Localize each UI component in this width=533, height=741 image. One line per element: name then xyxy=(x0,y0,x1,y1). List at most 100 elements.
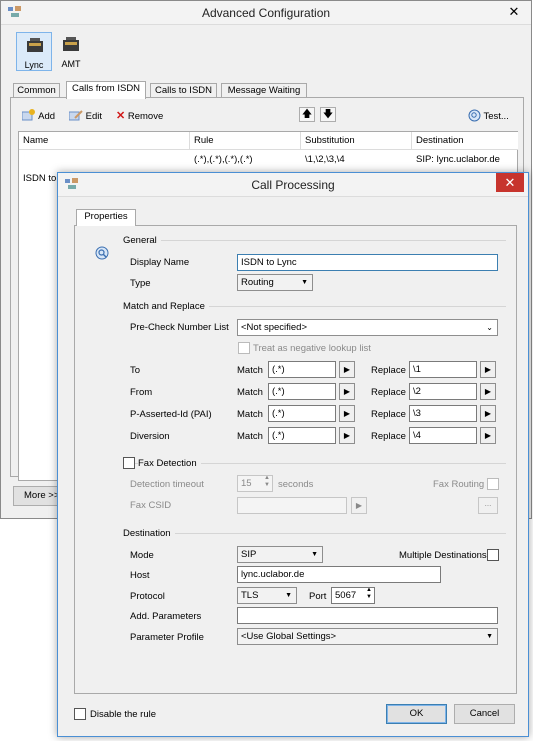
type-select[interactable]: Routing ▼ xyxy=(237,274,313,291)
precheck-value: <Not specified> xyxy=(241,322,308,333)
display-name-input[interactable]: ISDN to Lync xyxy=(237,254,498,271)
fax-routing-label: Fax Routing xyxy=(433,479,485,490)
diversion-label: Diversion xyxy=(130,431,170,442)
add-label: Add xyxy=(38,111,56,122)
match-label: Match xyxy=(237,365,263,376)
from-replace-input[interactable]: \2 xyxy=(409,383,477,400)
protocol-label: Protocol xyxy=(130,591,165,602)
diversion-replace-picker-button[interactable]: ▶ xyxy=(480,427,496,444)
device-label: Lync xyxy=(24,60,44,70)
parameter-profile-select[interactable]: <Use Global Settings> ▼ xyxy=(237,628,498,645)
close-button[interactable]: ✕ xyxy=(501,3,527,20)
mode-label: Mode xyxy=(130,550,154,561)
tab-calls-from-isdn[interactable]: Calls from ISDN xyxy=(66,81,146,99)
to-replace-picker-button[interactable]: ▶ xyxy=(480,361,496,378)
pai-match-input[interactable]: (.*) xyxy=(268,405,336,422)
mode-select[interactable]: SIP ▼ xyxy=(237,546,323,563)
match-label: Match xyxy=(237,409,263,420)
to-match-input[interactable]: (.*) xyxy=(268,361,336,378)
add-button[interactable]: Add xyxy=(21,109,56,122)
chevron-down-icon: ⌄ xyxy=(486,323,493,332)
cancel-button[interactable]: Cancel xyxy=(454,704,515,724)
add-parameters-label: Add. Parameters xyxy=(130,611,202,622)
more-button[interactable]: More >> xyxy=(13,486,63,506)
profile-value: <Use Global Settings> xyxy=(241,631,337,642)
from-label: From xyxy=(130,387,153,398)
play-icon: ▶ xyxy=(484,387,492,396)
browse-label: ... xyxy=(484,499,492,508)
search-icon xyxy=(95,246,109,260)
to-replace-input[interactable]: \1 xyxy=(409,361,477,378)
to-match-picker-button[interactable]: ▶ xyxy=(339,361,355,378)
fax-csid-input[interactable] xyxy=(237,497,347,514)
port-input[interactable]: 5067 ▲ ▼ xyxy=(331,587,375,604)
host-label: Host xyxy=(130,570,150,581)
tab-calls-to-isdn[interactable]: Calls to ISDN xyxy=(150,83,217,98)
play-icon: ▶ xyxy=(484,431,492,440)
device-lync[interactable]: Lync xyxy=(16,32,52,71)
close-icon: ✕ xyxy=(508,4,520,19)
fax-detection-heading: Fax Detection xyxy=(138,458,201,469)
play-icon: ▶ xyxy=(343,365,351,374)
divider xyxy=(124,240,506,241)
protocol-value: TLS xyxy=(241,590,259,601)
column-header-substitution[interactable]: Substitution xyxy=(301,132,412,150)
device-amt[interactable]: AMT xyxy=(56,32,86,71)
dropdown-arrow-icon: ▼ xyxy=(311,551,318,558)
from-match-picker-button[interactable]: ▶ xyxy=(339,383,355,400)
play-icon: ▶ xyxy=(484,409,492,418)
play-icon: ▶ xyxy=(343,431,351,440)
column-header-rule[interactable]: Rule xyxy=(190,132,301,150)
replace-label: Replace xyxy=(371,387,406,398)
add-parameters-input[interactable] xyxy=(237,607,498,624)
divider xyxy=(124,533,506,534)
from-replace-picker-button[interactable]: ▶ xyxy=(480,383,496,400)
pai-match-picker-button[interactable]: ▶ xyxy=(339,405,355,422)
mode-value: SIP xyxy=(241,549,257,560)
precheck-select[interactable]: <Not specified> ⌄ xyxy=(237,319,498,336)
multiple-destinations-checkbox[interactable] xyxy=(487,549,499,561)
detection-timeout-input[interactable]: 15 ▲ ▼ xyxy=(237,475,273,492)
device-label: AMT xyxy=(61,59,81,69)
match-label: Match xyxy=(237,431,263,442)
disable-rule-checkbox[interactable] xyxy=(74,708,86,720)
pai-replace-input[interactable]: \3 xyxy=(409,405,477,422)
move-up-button[interactable]: 🡅 xyxy=(299,107,315,122)
precheck-label: Pre-Check Number List xyxy=(130,322,229,333)
tab-message-waiting[interactable]: Message Waiting xyxy=(221,83,307,98)
to-label: To xyxy=(130,365,141,376)
remove-icon: ✕ xyxy=(116,110,126,122)
table-row[interactable]: ISDN to Lync (.*),(.*),(.*),(.*) \1,\2,\… xyxy=(19,151,517,184)
dropdown-arrow-icon: ▼ xyxy=(301,279,308,286)
fax-csid-browse-button[interactable]: ... xyxy=(478,497,498,514)
play-icon: ▶ xyxy=(343,387,351,396)
destination-heading: Destination xyxy=(123,528,175,539)
column-header-name[interactable]: Name xyxy=(19,132,190,150)
protocol-select[interactable]: TLS ▼ xyxy=(237,587,297,604)
tab-common[interactable]: Common xyxy=(13,83,60,98)
fax-detection-checkbox[interactable] xyxy=(123,457,135,469)
diversion-replace-input[interactable]: \4 xyxy=(409,427,477,444)
fax-csid-picker-button[interactable]: ▶ xyxy=(351,497,367,514)
host-input[interactable]: lync.uclabor.de xyxy=(237,566,441,583)
negative-lookup-checkbox[interactable] xyxy=(238,342,250,354)
tab-properties[interactable]: Properties xyxy=(76,209,136,226)
diversion-match-picker-button[interactable]: ▶ xyxy=(339,427,355,444)
test-button[interactable]: Test... xyxy=(468,109,509,122)
diversion-match-input[interactable]: (.*) xyxy=(268,427,336,444)
from-match-input[interactable]: (.*) xyxy=(268,383,336,400)
ok-button[interactable]: OK xyxy=(386,704,447,724)
fax-csid-label: Fax CSID xyxy=(130,500,172,511)
display-name-label: Display Name xyxy=(130,257,190,268)
dialog-close-button[interactable]: ✕ xyxy=(496,173,524,192)
seconds-label: seconds xyxy=(278,479,314,490)
dialog-title: Call Processing xyxy=(251,178,335,192)
column-header-destination[interactable]: Destination xyxy=(412,132,518,150)
cell-destination: SIP: lync.uclabor.de xyxy=(416,154,500,165)
fax-routing-checkbox[interactable] xyxy=(487,478,499,490)
title-bar: Advanced Configuration ✕ xyxy=(1,1,531,25)
pai-replace-picker-button[interactable]: ▶ xyxy=(480,405,496,422)
move-down-button[interactable]: 🡇 xyxy=(320,107,336,122)
remove-button[interactable]: ✕ Remove xyxy=(116,109,163,122)
edit-button[interactable]: Edit xyxy=(68,109,102,122)
